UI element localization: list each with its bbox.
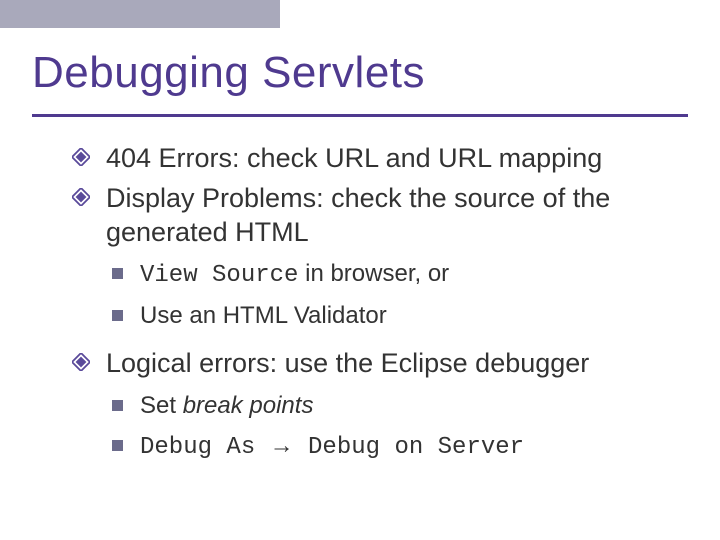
square-bullet-icon: [112, 400, 123, 411]
bullet-text: Display Problems: check the source of th…: [106, 183, 610, 247]
subbullet-debug-as: Debug As → Debug on Server: [112, 431, 672, 463]
subbullet-view-source: View Source in browser, or: [112, 259, 672, 291]
bullet-text: Logical errors: use the Eclipse debugger: [106, 348, 589, 378]
square-bullet-icon: [112, 310, 123, 321]
bullet-logical-errors: Logical errors: use the Eclipse debugger: [72, 347, 672, 381]
square-bullet-icon: [112, 268, 123, 279]
bullet-display-problems: Display Problems: check the source of th…: [72, 182, 672, 250]
subbullet-break-points: Set break points: [112, 391, 672, 421]
diamond-bullet-icon: [72, 188, 90, 206]
code-text: Debug on Server: [294, 434, 524, 461]
slide: Debugging Servlets 404 Errors: check URL…: [0, 0, 720, 540]
slide-title: Debugging Servlets: [32, 48, 425, 98]
diamond-bullet-icon: [72, 148, 90, 166]
code-text: Debug As: [140, 434, 270, 461]
square-bullet-icon: [112, 440, 123, 451]
bullet-text: 404 Errors: check URL and URL mapping: [106, 143, 602, 173]
code-text: View Source: [140, 262, 298, 289]
bullet-404-errors: 404 Errors: check URL and URL mapping: [72, 142, 672, 176]
subbullet-html-validator: Use an HTML Validator: [112, 301, 672, 331]
diamond-bullet-icon: [72, 353, 90, 371]
title-underline: [32, 114, 688, 117]
slide-body: 404 Errors: check URL and URL mapping Di…: [72, 142, 672, 471]
arrow-icon: →: [270, 432, 294, 459]
bullet-text: Use an HTML Validator: [140, 302, 387, 329]
top-accent-bar: [0, 0, 280, 28]
bullet-text: in browser, or: [298, 260, 449, 287]
bullet-text: Set: [140, 392, 183, 419]
italic-text: break points: [183, 392, 314, 419]
